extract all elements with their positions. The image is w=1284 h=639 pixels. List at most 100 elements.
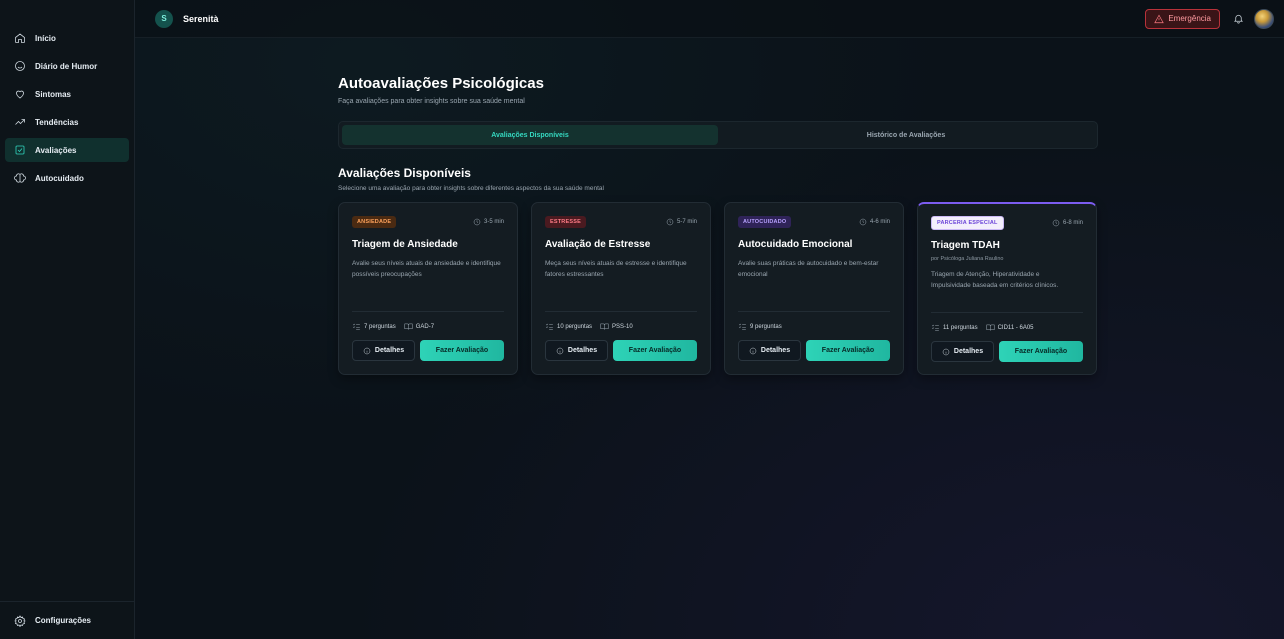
main-area: S Serenità Emergência Autoavaliações Psi… [135,0,1284,639]
sidebar-item-label: Avaliações [35,145,77,155]
section-subtitle: Selecione uma avaliação para obter insig… [338,185,604,192]
sidebar-item-label: Início [35,33,56,43]
brand-logo: S [155,9,173,28]
sidebar-item-label: Diário de Humor [35,61,98,71]
sidebar-footer: Configurações [0,601,134,639]
tab-historico-de-avaliacoes[interactable]: Histórico de Avaliações [718,125,1094,145]
trend-icon [14,116,26,128]
emergency-label: Emergência [1168,14,1211,23]
sidebar-item-inicio[interactable]: Início [5,26,129,50]
info-icon [942,348,950,355]
home-icon [14,32,26,44]
assessment-cards: ANSIEDADE 3-5 min Triagem de Ansiedade A… [338,202,1098,375]
card-description: Avalie seus níveis atuais de ansiedade e… [352,260,501,278]
sidebar-item-sintomas[interactable]: Sintomas [5,82,129,106]
sidebar-item-label: Sintomas [35,89,72,99]
notifications-button[interactable] [1230,11,1246,27]
reference: GAD-7 [404,322,434,331]
question-count: 11 perguntas [931,323,978,332]
warning-icon [1154,14,1165,23]
info-icon [363,347,371,354]
brain-icon [14,172,26,184]
page-subtitle: Faça avaliações para obter insights sobr… [338,98,525,105]
details-label: Detalhes [760,347,791,354]
list-check-icon [738,323,746,330]
card-description: Triagem de Atenção, Hiperatividade e Imp… [931,271,1059,289]
card-title: Triagem TDAH [931,240,1000,251]
book-icon [986,324,995,331]
category-badge: ANSIEDADE [352,216,397,228]
book-icon [404,323,413,330]
question-count: 10 perguntas [545,322,592,331]
question-count: 7 perguntas [352,322,396,331]
card-title: Triagem de Ansiedade [352,239,458,250]
assessment-card-estresse: ESTRESSE 5-7 min Avaliação de Estresse M… [531,202,711,375]
brand[interactable]: S Serenità [155,9,219,28]
list-check-icon [352,323,360,330]
details-button[interactable]: Detalhes [738,340,801,361]
list-check-icon [931,324,939,331]
category-badge: AUTOCUIDADO [738,216,792,228]
duration: 4-6 min [859,218,890,226]
sidebar: Início Diário de Humor Sintomas Tendênci… [0,0,135,639]
tabs: Avaliações Disponíveis Histórico de Aval… [338,121,1098,149]
card-title: Autocuidado Emocional [738,239,853,250]
details-button[interactable]: Detalhes [352,340,415,361]
duration: 6-8 min [1052,219,1083,227]
reference-text: PSS-10 [612,323,633,330]
heart-icon [14,88,26,100]
sidebar-item-diario-de-humor[interactable]: Diário de Humor [5,54,129,78]
sidebar-item-configuracoes[interactable]: Configurações [5,609,129,633]
duration-text: 4-6 min [869,219,890,225]
top-bar: S Serenità Emergência [135,0,1284,38]
bell-icon [1233,14,1243,24]
content: Autoavaliações Psicológicas Faça avaliaç… [338,38,1098,375]
emergency-button[interactable]: Emergência [1145,8,1220,29]
start-assessment-button[interactable]: Fazer Avaliação [420,340,504,361]
card-meta: 11 perguntas CID11 - 6A05 [931,312,1083,332]
question-count-text: 7 perguntas [364,323,396,330]
card-meta: 10 perguntas PSS-10 [545,311,697,331]
start-assessment-button[interactable]: Fazer Avaliação [806,340,890,361]
sidebar-item-autocuidado[interactable]: Autocuidado [5,166,129,190]
list-check-icon [545,323,553,330]
clock-icon [666,218,674,226]
category-badge: ESTRESSE [545,216,586,228]
category-badge: PARCERIA ESPECIAL [931,216,1004,230]
assessment-card-tdah: PARCERIA ESPECIAL 6-8 min Triagem TDAH p… [917,202,1097,375]
brand-name: Serenità [183,13,219,24]
smile-icon [14,60,26,72]
gear-icon [14,614,26,627]
reference-text: GAD-7 [415,323,435,330]
section-title: Avaliações Disponíveis [338,166,471,180]
duration: 3-5 min [473,218,504,226]
details-button[interactable]: Detalhes [931,341,994,362]
reference: PSS-10 [600,322,633,331]
book-icon [600,323,609,330]
card-author: por Psicóloga Juliana Raulino [931,256,1004,262]
question-count-text: 11 perguntas [943,324,978,331]
duration-text: 5-7 min [676,219,697,225]
user-avatar[interactable] [1254,8,1274,29]
tab-avaliacoes-disponiveis[interactable]: Avaliações Disponíveis [342,125,718,145]
question-count-text: 10 perguntas [557,323,593,330]
assessment-card-ansiedade: ANSIEDADE 3-5 min Triagem de Ansiedade A… [338,202,518,375]
card-title: Avaliação de Estresse [545,239,651,250]
card-description: Avalie suas práticas de autocuidado e be… [738,260,879,278]
details-button[interactable]: Detalhes [545,340,608,361]
duration-text: 6-8 min [1062,220,1083,226]
question-count-text: 9 perguntas [750,323,782,330]
start-assessment-button[interactable]: Fazer Avaliação [999,341,1083,362]
assessment-card-autocuidado: AUTOCUIDADO 4-6 min Autocuidado Emociona… [724,202,904,375]
details-label: Detalhes [953,348,984,355]
sidebar-item-avaliacoes[interactable]: Avaliações [5,138,129,162]
duration-text: 3-5 min [483,219,504,225]
sidebar-item-tendencias[interactable]: Tendências [5,110,129,134]
start-assessment-button[interactable]: Fazer Avaliação [613,340,697,361]
sidebar-item-label: Configurações [35,616,92,625]
card-description: Meça seus níveis atuais de estresse e id… [545,260,687,278]
reference-text: CID11 - 6A05 [997,324,1034,331]
card-meta: 9 perguntas [738,311,890,331]
info-icon [556,347,564,354]
top-bar-actions: Emergência [1145,8,1274,29]
